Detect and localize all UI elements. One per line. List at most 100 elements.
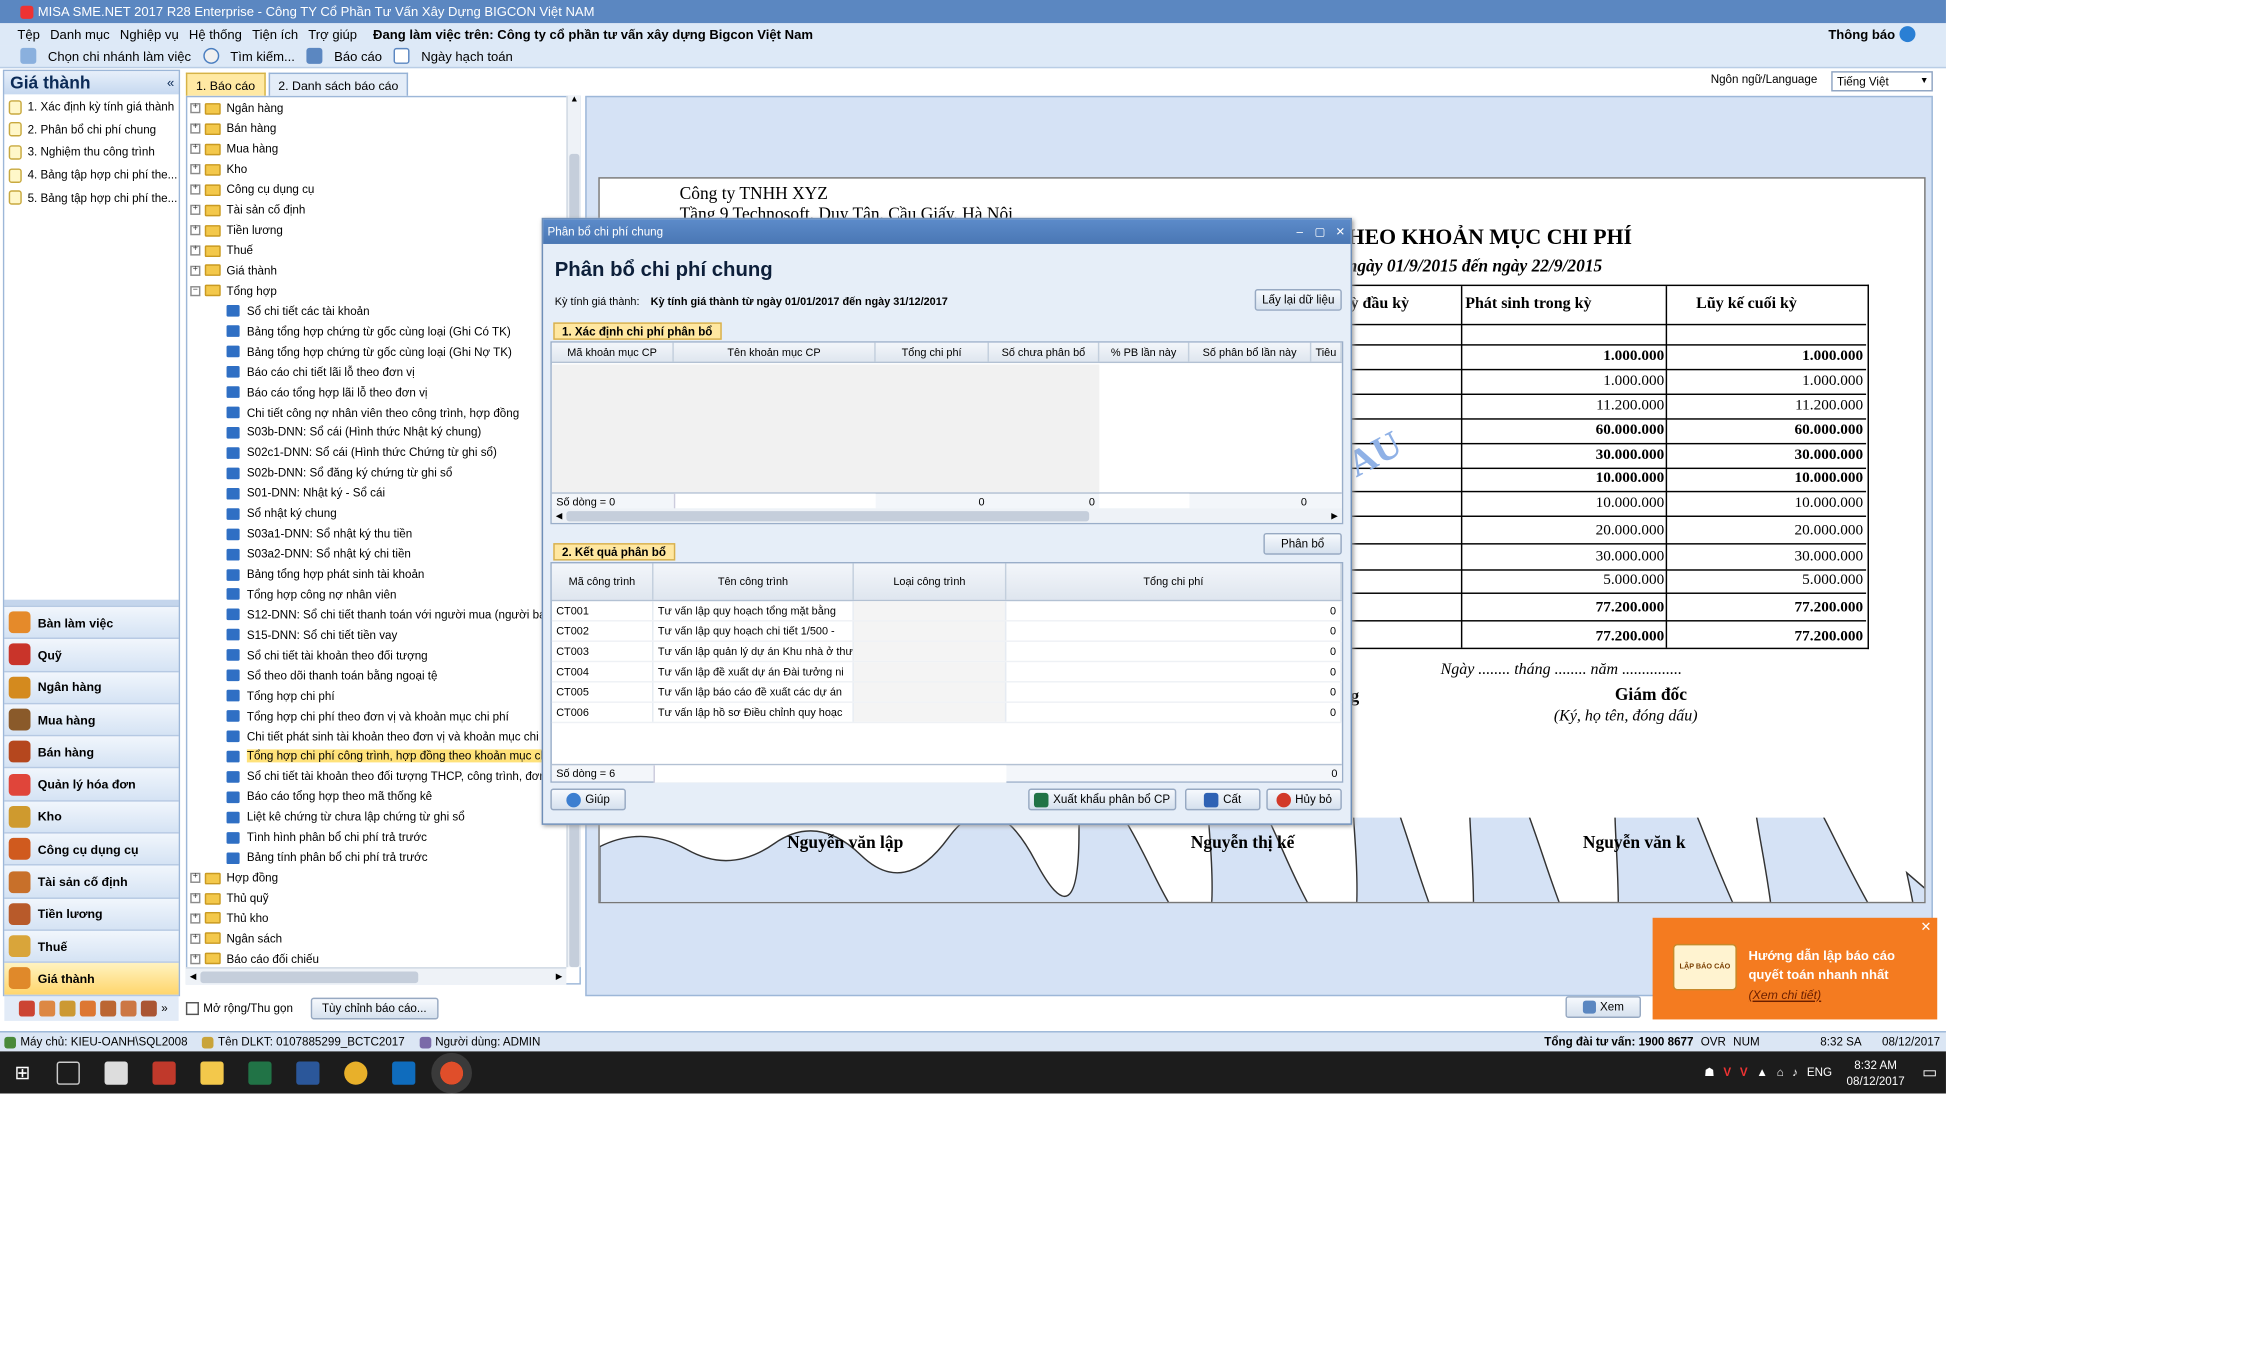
tree-report[interactable]: S02c1-DNN: Sổ cái (Hình thức Chứng từ gh… bbox=[187, 443, 579, 463]
costing-item-4[interactable]: 4. Bảng tập hợp chi phí the... bbox=[4, 164, 178, 187]
tab-report-list[interactable]: 2. Danh sách báo cáo bbox=[268, 72, 409, 96]
col-project-total[interactable]: Tổng chi phí bbox=[1006, 563, 1342, 600]
menu-operations[interactable]: Nghiệp vụ bbox=[120, 27, 179, 42]
expand-icon[interactable]: + bbox=[190, 933, 201, 944]
tree-report[interactable]: Tổng hợp chi phí theo đơn vị và khoản mụ… bbox=[187, 706, 579, 726]
tree-folder[interactable]: + Hợp đồng bbox=[187, 868, 579, 888]
mini-module-icon[interactable] bbox=[59, 999, 76, 1016]
input-language[interactable]: ENG bbox=[1807, 1066, 1832, 1079]
tree-report[interactable]: S12-DNN: Sổ chi tiết thanh toán với ngườ… bbox=[187, 605, 579, 625]
menu-help[interactable]: Trợ giúp bbox=[308, 27, 357, 42]
tree-report[interactable]: S02b-DNN: Sổ đăng ký chứng từ ghi sổ bbox=[187, 463, 579, 483]
tree-report[interactable]: Liệt kê chứng từ chưa lập chứng từ ghi s… bbox=[187, 807, 579, 827]
allocate-button[interactable]: Phân bổ bbox=[1263, 532, 1342, 555]
scroll-thumb[interactable] bbox=[200, 970, 419, 983]
table-row[interactable]: CT006 Tư vấn lập hồ sơ Điều chỉnh quy hoạ… bbox=[551, 702, 1342, 724]
posting-date-button[interactable]: Ngày hạch toán bbox=[421, 49, 513, 64]
nav-tools[interactable]: Công cụ dụng cụ bbox=[4, 832, 179, 865]
nav-warehouse[interactable]: Kho bbox=[4, 799, 179, 833]
expand-icon[interactable]: + bbox=[190, 225, 201, 236]
table-row[interactable]: CT004 Tư vấn lập đề xuất dự án Đài tưởng … bbox=[551, 662, 1342, 683]
nav-invoice[interactable]: Quản lý hóa đơn bbox=[4, 767, 179, 800]
tree-folder[interactable]: + Mua hàng bbox=[187, 139, 579, 159]
tree-report[interactable]: Tình hình phân bổ chi phí trả trước bbox=[187, 827, 579, 847]
tree-folder[interactable]: + Kho bbox=[187, 159, 579, 179]
notification-icon[interactable]: ▭ bbox=[1922, 1063, 1937, 1081]
expand-icon[interactable]: + bbox=[190, 953, 201, 965]
tree-report[interactable]: S03a2-DNN: Sổ nhật ký chi tiền bbox=[187, 544, 579, 564]
choose-branch-button[interactable]: Chọn chi nhánh làm việc bbox=[48, 49, 191, 64]
nav-bank[interactable]: Ngân hàng bbox=[4, 670, 179, 703]
people-icon[interactable]: ☗ bbox=[1704, 1066, 1714, 1079]
tree-folder[interactable]: + Báo cáo đối chiếu bbox=[187, 949, 579, 969]
scroll-left-icon[interactable]: ◀ bbox=[552, 510, 567, 521]
maximize-icon[interactable]: ▢ bbox=[1310, 225, 1330, 238]
collapse-icon[interactable]: « bbox=[167, 76, 174, 91]
table-row[interactable]: CT001 Tư vấn lập quy hoạch tổng mặt bằng 0 bbox=[551, 601, 1342, 622]
notify-label[interactable]: Thông báo bbox=[1828, 27, 1895, 42]
mini-module-icon[interactable] bbox=[120, 999, 137, 1016]
reload-data-button[interactable]: Lấy lại dữ liệu bbox=[1254, 288, 1342, 311]
collapse-icon[interactable]: − bbox=[190, 285, 201, 297]
globe-icon[interactable] bbox=[1899, 26, 1916, 43]
maximize-icon[interactable]: ▢ bbox=[2184, 4, 2216, 20]
word-icon[interactable] bbox=[296, 1060, 321, 1085]
tree-report[interactable]: Sổ chi tiết tài khoản theo đối tượng bbox=[187, 645, 579, 665]
expand-icon[interactable]: + bbox=[190, 164, 201, 175]
search-button[interactable]: Tìm kiếm... bbox=[230, 49, 295, 64]
tree-folder[interactable]: + Thuế bbox=[187, 240, 579, 260]
cancel-button[interactable]: Hủy bỏ bbox=[1266, 788, 1342, 811]
tree-report[interactable]: Báo cáo tổng hợp theo mã thống kê bbox=[187, 787, 579, 807]
menu-system[interactable]: Hệ thống bbox=[189, 27, 242, 42]
tree-folder[interactable]: + Tài sản cố định bbox=[187, 200, 579, 220]
nav-purchase[interactable]: Mua hàng bbox=[4, 702, 179, 736]
expand-icon[interactable]: + bbox=[190, 245, 201, 256]
expand-icon[interactable]: + bbox=[190, 204, 201, 216]
nav-tax[interactable]: Thuế bbox=[4, 929, 179, 962]
network-icon[interactable]: ⌂ bbox=[1777, 1066, 1784, 1079]
costing-item-5[interactable]: 5. Bảng tập hợp chi phí the... bbox=[4, 186, 178, 209]
tree-report[interactable]: S03a1-DNN: Sổ nhật ký thu tiền bbox=[187, 524, 579, 544]
minimize-icon[interactable]: – bbox=[1290, 225, 1310, 238]
expand-icon[interactable]: + bbox=[190, 265, 201, 276]
save-button[interactable]: Cất bbox=[1184, 788, 1261, 811]
tree-report[interactable]: Chi tiết phát sinh tài khoản theo đơn vị… bbox=[187, 726, 579, 746]
nav-payroll[interactable]: Tiền lương bbox=[4, 896, 179, 930]
close-icon[interactable]: ✕ bbox=[1330, 225, 1350, 238]
costing-item-1[interactable]: 1. Xác định kỳ tính giá thành bbox=[4, 96, 178, 119]
scroll-up-icon[interactable]: ▲ bbox=[568, 96, 581, 111]
customize-report-button[interactable]: Tùy chỉnh báo cáo... bbox=[310, 996, 439, 1019]
tree-report[interactable]: S01-DNN: Nhật ký - Sổ cái bbox=[187, 483, 579, 503]
mini-module-icon[interactable] bbox=[100, 999, 117, 1016]
tree-report[interactable]: S03b-DNN: Sổ cái (Hình thức Nhật ký chun… bbox=[187, 423, 579, 443]
cost-item-grid[interactable]: Mã khoản mục CP Tên khoản mục CP Tổng ch… bbox=[550, 341, 1344, 525]
nav-desk[interactable]: Bàn làm việc bbox=[4, 605, 179, 638]
costing-item-3[interactable]: 3. Nghiệm thu công trình bbox=[4, 141, 178, 164]
antivirus-icon[interactable]: V bbox=[1740, 1066, 1748, 1079]
grid1-horizontal-scrollbar[interactable]: ◀ ▶ bbox=[551, 508, 1342, 523]
expand-icon[interactable]: + bbox=[190, 124, 201, 135]
tree-horizontal-scrollbar[interactable]: ◀ ▶ bbox=[185, 967, 567, 985]
tree-folder[interactable]: + Giá thành bbox=[187, 261, 579, 281]
nav-fixed-assets[interactable]: Tài sản cố định bbox=[4, 864, 179, 897]
volume-icon[interactable]: ♪ bbox=[1792, 1066, 1798, 1079]
help-button[interactable]: Giúp bbox=[550, 788, 626, 811]
chrome-icon[interactable] bbox=[344, 1060, 368, 1085]
tree-report[interactable]: Bảng tổng hợp chứng từ gốc cùng loại (Gh… bbox=[187, 321, 579, 341]
col-cost-code[interactable]: Mã khoản mục CP bbox=[552, 342, 674, 362]
nav-sales[interactable]: Bán hàng bbox=[4, 735, 179, 768]
misa-app-icon[interactable] bbox=[431, 1052, 473, 1093]
chevron-down-icon[interactable]: ▼ bbox=[1917, 77, 1932, 86]
scroll-right-icon[interactable]: ▶ bbox=[1327, 510, 1342, 521]
tree-report[interactable]: Sổ theo dõi thanh toán bằng ngoại tệ bbox=[187, 665, 579, 685]
table-row[interactable]: CT002 Tư vấn lập quy hoạch chi tiết 1/500… bbox=[551, 621, 1342, 642]
scroll-thumb[interactable] bbox=[566, 510, 1090, 521]
expand-icon[interactable]: + bbox=[190, 893, 201, 904]
tree-report[interactable]: Tổng hợp công nợ nhân viên bbox=[187, 585, 579, 605]
col-cost-name[interactable]: Tên khoản mục CP bbox=[674, 342, 876, 362]
nav-cash[interactable]: Quỹ bbox=[4, 637, 179, 671]
table-row[interactable]: CT003 Tư vấn lập quản lý dự án Khu nhà ở … bbox=[551, 641, 1342, 663]
col-alloc-percent[interactable]: % PB lần này bbox=[1099, 342, 1190, 362]
tree-folder[interactable]: + Bán hàng bbox=[187, 119, 579, 139]
tree-folder[interactable]: + Công cụ dụng cụ bbox=[187, 180, 579, 200]
